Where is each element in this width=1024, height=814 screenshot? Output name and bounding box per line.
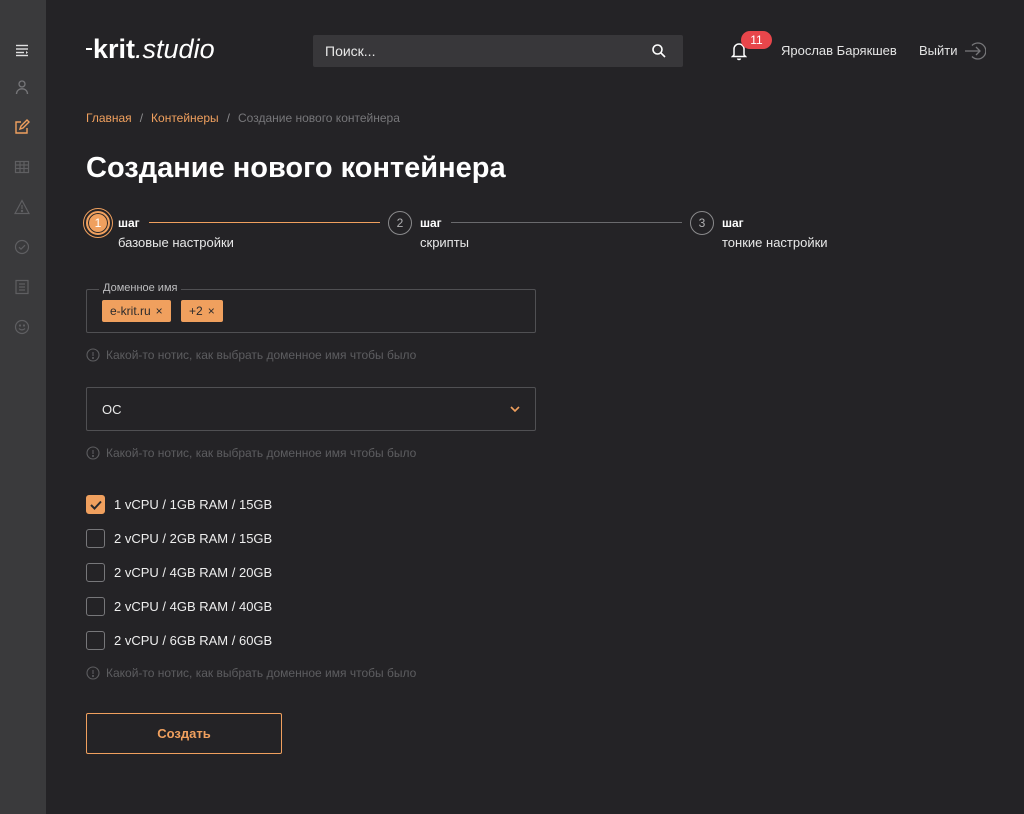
breadcrumb-separator: / <box>139 111 144 125</box>
table-icon[interactable] <box>13 158 31 176</box>
user-name[interactable]: Ярослав Барякшев <box>781 43 897 58</box>
breadcrumb: Главная / Контейнеры / Создание нового конте… <box>86 111 400 125</box>
check-circle-icon[interactable] <box>13 238 31 256</box>
plan-checkbox[interactable] <box>86 597 105 616</box>
step-2-label: скрипты <box>420 235 470 250</box>
info-icon <box>86 446 100 460</box>
plan-label: 1 vCPU / 1GB RAM / 15GB <box>114 497 273 512</box>
step-3-word: шаг <box>722 216 744 230</box>
domain-field[interactable]: Доменное имя e-krit.ru × +2 × <box>86 282 536 333</box>
step-3-number[interactable]: 3 <box>690 211 714 235</box>
notice-text: Какой-то нотис, как выбрать доменное имя… <box>106 446 417 460</box>
plan-label: 2 vCPU / 4GB RAM / 20GB <box>114 565 273 580</box>
step-2-connector <box>451 222 682 223</box>
smile-icon[interactable] <box>13 318 31 336</box>
chip-remove-icon[interactable]: × <box>208 304 215 318</box>
breadcrumb-home[interactable]: Главная <box>86 111 132 125</box>
warning-icon[interactable] <box>13 198 31 216</box>
info-icon <box>86 348 100 362</box>
plan-checkbox[interactable] <box>86 631 105 650</box>
plan-label: 2 vCPU / 6GB RAM / 60GB <box>114 633 273 648</box>
logout-icon[interactable] <box>964 41 986 61</box>
logo-dash <box>86 47 92 50</box>
domain-notice: Какой-то нотис, как выбрать доменное имя… <box>86 348 416 362</box>
domain-chip-more-text: +2 <box>189 304 203 318</box>
check-icon <box>90 500 102 510</box>
step-3-label: тонкие настройки <box>722 235 828 250</box>
search-box <box>313 35 683 67</box>
domain-chip-text: e-krit.ru <box>110 304 151 318</box>
notice-text: Какой-то нотис, как выбрать доменное имя… <box>106 666 417 680</box>
page-title: Создание нового контейнера <box>86 152 506 184</box>
create-button[interactable]: Создать <box>86 713 282 754</box>
step-2-number[interactable]: 2 <box>388 211 412 235</box>
user-icon[interactable] <box>13 78 31 96</box>
main-content: krit.studio 11 Ярослав Барякшев Выйти Гл… <box>46 0 1024 814</box>
notice-text: Какой-то нотис, как выбрать доменное имя… <box>106 348 417 362</box>
os-select-value: ОС <box>102 402 122 417</box>
os-select[interactable]: ОС <box>86 387 536 431</box>
plan-notice: Какой-то нотис, как выбрать доменное имя… <box>86 666 416 680</box>
breadcrumb-separator: / <box>226 111 231 125</box>
step-1-number[interactable]: 1 <box>86 211 110 235</box>
plan-label: 2 vCPU / 4GB RAM / 40GB <box>114 599 273 614</box>
edit-icon[interactable] <box>13 118 31 136</box>
step-2-word: шаг <box>420 216 442 230</box>
step-1-label: базовые настройки <box>118 235 234 250</box>
list-icon[interactable] <box>13 278 31 296</box>
step-1-connector <box>149 222 380 223</box>
logout-link[interactable]: Выйти <box>919 43 958 58</box>
logo[interactable]: krit.studio <box>86 33 215 65</box>
os-notice: Какой-то нотис, как выбрать доменное имя… <box>86 446 416 460</box>
info-icon <box>86 666 100 680</box>
search-input[interactable] <box>313 35 643 67</box>
chip-remove-icon[interactable]: × <box>156 304 163 318</box>
step-1-word: шаг <box>118 216 140 230</box>
logo-part1: krit <box>93 34 136 64</box>
menu-icon[interactable] <box>13 41 31 59</box>
domain-chip[interactable]: e-krit.ru × <box>102 300 171 322</box>
logo-part2: .studio <box>135 34 215 64</box>
plan-label: 2 vCPU / 2GB RAM / 15GB <box>114 531 273 546</box>
plan-checkbox[interactable] <box>86 495 105 514</box>
domain-field-label: Доменное имя <box>99 282 182 294</box>
chevron-down-icon[interactable] <box>509 403 521 415</box>
plan-checkbox[interactable] <box>86 563 105 582</box>
plan-checkbox[interactable] <box>86 529 105 548</box>
sidebar <box>0 0 46 814</box>
notification-badge: 11 <box>741 31 772 49</box>
domain-chip-more[interactable]: +2 × <box>181 300 223 322</box>
search-icon[interactable] <box>651 43 667 59</box>
breadcrumb-containers[interactable]: Контейнеры <box>151 111 219 125</box>
breadcrumb-current: Создание нового контейнера <box>238 111 400 125</box>
